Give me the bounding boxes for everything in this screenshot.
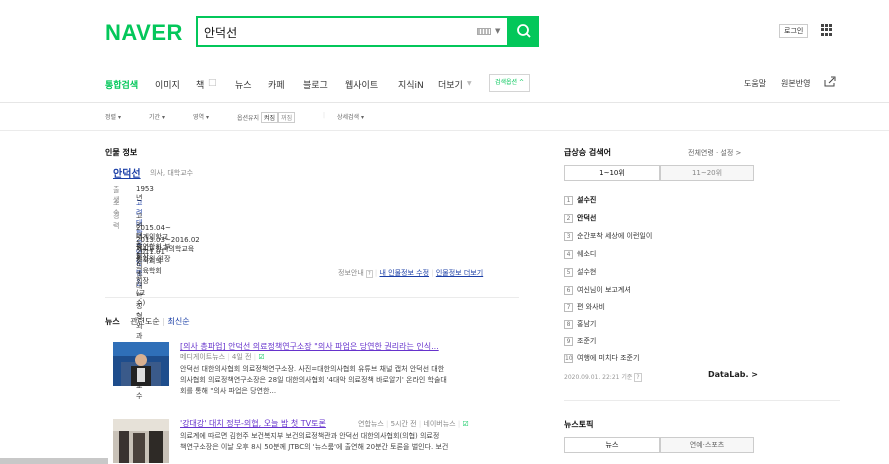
search-input[interactable]: [204, 23, 464, 41]
option-on-chip[interactable]: 켜짐: [261, 112, 279, 123]
news-section-title: 뉴스: [105, 317, 120, 326]
news-summary: 안덕선 대한의사협회 의료정책연구소장. 사진=대한의사협회 유튜브 채널 캡처…: [180, 365, 447, 395]
person-links: 정보안내 ? | 내 인물정보 수정 | 인물정보 더보기: [338, 269, 484, 278]
person-job: 의사, 대학교수: [150, 169, 194, 177]
news-title-link[interactable]: '강대강' 대치 정부-의협, 오늘 밤 첫 TV토론: [180, 418, 326, 429]
tab-all[interactable]: 통합검색: [105, 78, 138, 91]
share-icon[interactable]: [824, 76, 836, 89]
expand-icon[interactable]: ☑: [258, 353, 264, 361]
career-label: 경력: [113, 212, 120, 230]
news-source[interactable]: 메디게이트뉴스: [180, 353, 225, 361]
more-chevron-icon: ▼: [467, 80, 472, 87]
news-header: 뉴스 관련도순 | 최신순: [105, 317, 190, 326]
trending-item[interactable]: 8 홍남기: [564, 319, 596, 329]
tab-newstopic-news[interactable]: 뉴스: [564, 437, 660, 453]
trending-item[interactable]: 7편 와사비: [564, 302, 605, 312]
filter-period[interactable]: 기간 ▾: [149, 112, 165, 121]
filter-detail[interactable]: 상세검색 ▾: [337, 112, 364, 121]
trending-timestamp: 2020.09.01. 22:21 기준 ?: [564, 373, 642, 382]
help-link[interactable]: 도움말: [744, 78, 766, 89]
sort-relevance[interactable]: 관련도순: [130, 317, 159, 326]
section-divider: [105, 297, 519, 298]
horizontal-scrollbar[interactable]: [0, 458, 108, 464]
help-icon[interactable]: ?: [634, 373, 642, 382]
tab-rank-1-10[interactable]: 1~10위: [564, 165, 660, 181]
chevron-down-icon[interactable]: ▼: [495, 27, 500, 35]
apps-grid-icon[interactable]: [821, 24, 833, 36]
search-tabs: 통합검색 이미지 책 □ 뉴스 카페 블로그 웹사이트 지식iN 더보기 ▼ 검…: [0, 65, 889, 103]
help-icon[interactable]: ?: [366, 270, 373, 278]
info-guide-link[interactable]: 정보안내: [338, 269, 364, 277]
news-source[interactable]: 연합뉴스: [358, 420, 384, 428]
news-thumbnail[interactable]: [113, 419, 169, 463]
person-section-title: 인물 정보: [105, 148, 138, 157]
tab-newstopic-entertainment[interactable]: 연예·스포츠: [660, 437, 754, 453]
naver-logo[interactable]: NAVER: [105, 20, 183, 46]
trending-item[interactable]: 1 설수진: [564, 195, 596, 205]
tab-rank-11-20[interactable]: 11~20위: [660, 165, 754, 181]
trending-item[interactable]: 4 쉐소디: [564, 249, 596, 259]
filter-bar: 정렬 ▾ 기간 ▾ 영역 ▾ 옵션유지 켜짐 꺼짐 | 상세검색 ▾: [0, 103, 889, 131]
search-box: ▼: [196, 16, 509, 47]
login-button[interactable]: 로그인: [779, 24, 809, 38]
divider: |: [323, 112, 326, 119]
news-meta: 연합뉴스 | 5시간 전 | 네이버뉴스 | ☑: [358, 420, 469, 428]
filter-sort[interactable]: 정렬 ▾: [105, 112, 121, 121]
section-divider: [564, 400, 840, 401]
person-name-link[interactable]: 안덕선: [113, 165, 141, 180]
news-title-link[interactable]: [의사 총파업] 안덕선 의료정책연구소장 "의사 파업은 당연한 권리라는 인…: [180, 341, 439, 352]
news-time: 4일 전: [231, 353, 252, 361]
source-link[interactable]: 원본반영: [781, 78, 810, 89]
trending-item[interactable]: 2 안덕선: [564, 213, 596, 223]
edit-person-link[interactable]: 내 인물정보 수정: [379, 269, 429, 277]
tab-website[interactable]: 웹사이트: [345, 78, 378, 91]
career-item: 2011.01 한국의학교육학회 회장: [136, 248, 165, 285]
keyboard-icon[interactable]: [477, 28, 491, 35]
option-off-chip[interactable]: 꺼짐: [278, 112, 296, 123]
news-summary: 의료계에 따르면 김헌주 보건복지부 보건의료정책관과 안덕선 대한의사협회(의…: [180, 432, 449, 451]
trending-item[interactable]: 6 여신님이 보고계셔: [564, 285, 631, 295]
trending-item[interactable]: 10 여행에 미치다 조준기: [564, 353, 639, 363]
tab-image[interactable]: 이미지: [155, 78, 180, 91]
filter-keep-option: 옵션유지 켜짐 꺼짐: [237, 112, 296, 123]
tab-blog[interactable]: 블로그: [303, 78, 328, 91]
book-icon: □: [208, 78, 217, 88]
trending-title: 급상승 검색어: [564, 148, 611, 157]
datalab-link[interactable]: DataLab. >: [708, 370, 758, 379]
search-options-button[interactable]: 검색옵션 ^: [489, 74, 531, 92]
naver-news-link[interactable]: 네이버뉴스: [423, 420, 455, 428]
sort-latest[interactable]: 최신순: [168, 317, 190, 326]
news-meta: 메디게이트뉴스 | 4일 전 | ☑: [180, 353, 265, 361]
trending-item[interactable]: 9 조준기: [564, 336, 596, 346]
newstopic-title: 뉴스토픽: [564, 420, 594, 429]
filter-area[interactable]: 영역 ▾: [193, 112, 209, 121]
trending-settings[interactable]: 전체연령 · 설정 >: [688, 148, 741, 158]
tab-more[interactable]: 더보기: [438, 78, 463, 91]
tab-cafe[interactable]: 카페: [268, 78, 285, 91]
search-button[interactable]: [509, 16, 539, 47]
tab-news[interactable]: 뉴스: [235, 78, 252, 91]
tab-kin[interactable]: 지식iN: [398, 78, 424, 91]
expand-icon[interactable]: ☑: [462, 420, 468, 428]
trending-item[interactable]: 3 순간포착 세상에 이런일이: [564, 231, 652, 241]
news-time: 5시간 전: [390, 420, 417, 428]
search-icon: [517, 24, 531, 38]
more-person-link[interactable]: 인물정보 더보기: [436, 269, 483, 277]
news-thumbnail[interactable]: [113, 342, 169, 386]
trending-item[interactable]: 5 설수현: [564, 267, 596, 277]
tab-book[interactable]: 책: [196, 78, 204, 91]
